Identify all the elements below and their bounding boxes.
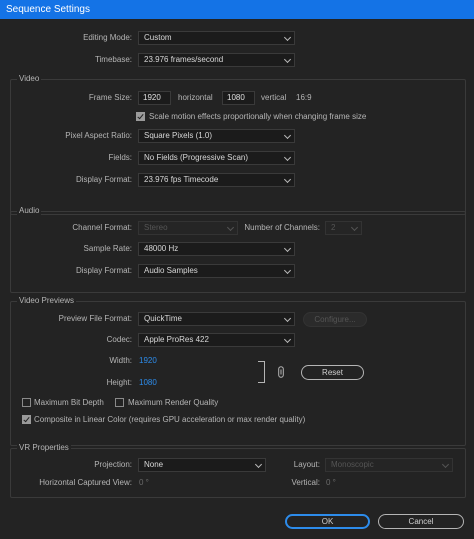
max-render-quality-label: Maximum Render Quality xyxy=(128,398,219,407)
horizontal-captured-value[interactable]: 0 ° xyxy=(139,476,149,490)
configure-button[interactable]: Configure... xyxy=(303,312,367,327)
vr-properties-group xyxy=(10,448,466,498)
timebase-label: Timebase: xyxy=(94,55,132,64)
codec-label: Codec: xyxy=(106,335,132,344)
num-channels-label: Number of Channels: xyxy=(244,223,320,232)
fields-label: Fields: xyxy=(108,153,132,162)
editing-mode-label: Editing Mode: xyxy=(83,33,132,42)
num-channels-dropdown[interactable]: 2 xyxy=(325,221,362,235)
chevron-down-icon xyxy=(283,131,292,140)
sequence-settings-dialog: Editing Mode: Custom Timebase: 23.976 fr… xyxy=(0,19,474,539)
max-bit-depth-checkbox[interactable] xyxy=(22,398,31,407)
layout-value: Monoscopic xyxy=(331,460,374,469)
aspect-ratio-text: 16:9 xyxy=(296,93,312,102)
max-render-quality-checkbox[interactable] xyxy=(115,398,124,407)
video-display-format-dropdown[interactable]: 23.976 fps Timecode xyxy=(138,173,295,187)
codec-dropdown[interactable]: Apple ProRes 422 xyxy=(138,333,295,347)
preview-height-value[interactable]: 1080 xyxy=(139,376,157,390)
vr-properties-legend: VR Properties xyxy=(17,443,71,453)
timebase-value: 23.976 frames/second xyxy=(144,55,224,64)
audio-display-format-dropdown[interactable]: Audio Samples xyxy=(138,264,295,278)
chevron-down-icon xyxy=(283,153,292,162)
reset-button[interactable]: Reset xyxy=(301,365,364,380)
editing-mode-dropdown[interactable]: Custom xyxy=(138,31,295,45)
channel-format-dropdown[interactable]: Stereo xyxy=(138,221,238,235)
num-channels-value: 2 xyxy=(331,223,336,232)
chevron-down-icon xyxy=(441,460,450,469)
editing-mode-value: Custom xyxy=(144,33,172,42)
chevron-down-icon xyxy=(283,266,292,275)
video-previews-legend: Video Previews xyxy=(17,296,76,306)
chevron-down-icon xyxy=(283,335,292,344)
window-title: Sequence Settings xyxy=(6,4,90,15)
pixel-aspect-value: Square Pixels (1.0) xyxy=(144,131,213,140)
chevron-down-icon xyxy=(283,244,292,253)
chevron-down-icon xyxy=(226,223,235,232)
horizontal-label: horizontal xyxy=(178,93,213,102)
codec-value: Apple ProRes 422 xyxy=(144,335,209,344)
preview-width-value[interactable]: 1920 xyxy=(139,354,157,368)
projection-dropdown[interactable]: None xyxy=(138,458,266,472)
video-display-format-value: 23.976 fps Timecode xyxy=(144,175,219,184)
max-bit-depth-label: Maximum Bit Depth xyxy=(34,398,104,407)
preview-file-format-value: QuickTime xyxy=(144,314,182,323)
fields-dropdown[interactable]: No Fields (Progressive Scan) xyxy=(138,151,295,165)
timebase-dropdown[interactable]: 23.976 frames/second xyxy=(138,53,295,67)
chevron-down-icon xyxy=(283,175,292,184)
frame-height-field[interactable]: 1080 xyxy=(222,91,255,105)
vertical-label: vertical xyxy=(261,93,287,102)
channel-format-label: Channel Format: xyxy=(72,223,132,232)
chevron-down-icon xyxy=(283,314,292,323)
layout-label: Layout: xyxy=(293,460,320,469)
frame-width-field[interactable]: 1920 xyxy=(138,91,171,105)
audio-display-format-value: Audio Samples xyxy=(144,266,198,275)
preview-file-format-dropdown[interactable]: QuickTime xyxy=(138,312,295,326)
preview-width-label: Width: xyxy=(109,356,132,365)
projection-label: Projection: xyxy=(94,460,132,469)
vr-vertical-value[interactable]: 0 ° xyxy=(326,476,336,490)
chevron-down-icon xyxy=(350,223,359,232)
pixel-aspect-label: Pixel Aspect Ratio: xyxy=(65,131,132,140)
sample-rate-dropdown[interactable]: 48000 Hz xyxy=(138,242,295,256)
dimension-link-bracket xyxy=(258,361,265,383)
cancel-button[interactable]: Cancel xyxy=(378,514,464,529)
pixel-aspect-dropdown[interactable]: Square Pixels (1.0) xyxy=(138,129,295,143)
chevron-down-icon xyxy=(254,460,263,469)
channel-format-value: Stereo xyxy=(144,223,168,232)
audio-display-format-label: Display Format: xyxy=(75,266,132,275)
chevron-down-icon xyxy=(283,33,292,42)
preview-file-format-label: Preview File Format: xyxy=(58,314,132,323)
audio-legend: Audio xyxy=(17,206,42,216)
video-legend: Video xyxy=(17,74,42,84)
scale-motion-checkbox[interactable] xyxy=(136,112,145,121)
chevron-down-icon xyxy=(283,55,292,64)
sample-rate-value: 48000 Hz xyxy=(144,244,179,253)
frame-size-label: Frame Size: xyxy=(88,93,132,102)
composite-linear-label: Composite in Linear Color (requires GPU … xyxy=(34,415,306,424)
video-display-format-label: Display Format: xyxy=(75,175,132,184)
vr-vertical-label: Vertical: xyxy=(291,478,320,487)
link-icon[interactable] xyxy=(278,366,284,380)
sample-rate-label: Sample Rate: xyxy=(83,244,132,253)
scale-motion-label: Scale motion effects proportionally when… xyxy=(149,112,367,121)
ok-button[interactable]: OK xyxy=(285,514,370,529)
title-bar: Sequence Settings xyxy=(0,0,474,19)
preview-height-label: Height: xyxy=(106,378,132,387)
layout-dropdown[interactable]: Monoscopic xyxy=(325,458,453,472)
composite-linear-checkbox[interactable] xyxy=(22,415,31,424)
projection-value: None xyxy=(144,460,164,469)
fields-value: No Fields (Progressive Scan) xyxy=(144,153,249,162)
horizontal-captured-label: Horizontal Captured View: xyxy=(39,478,132,487)
